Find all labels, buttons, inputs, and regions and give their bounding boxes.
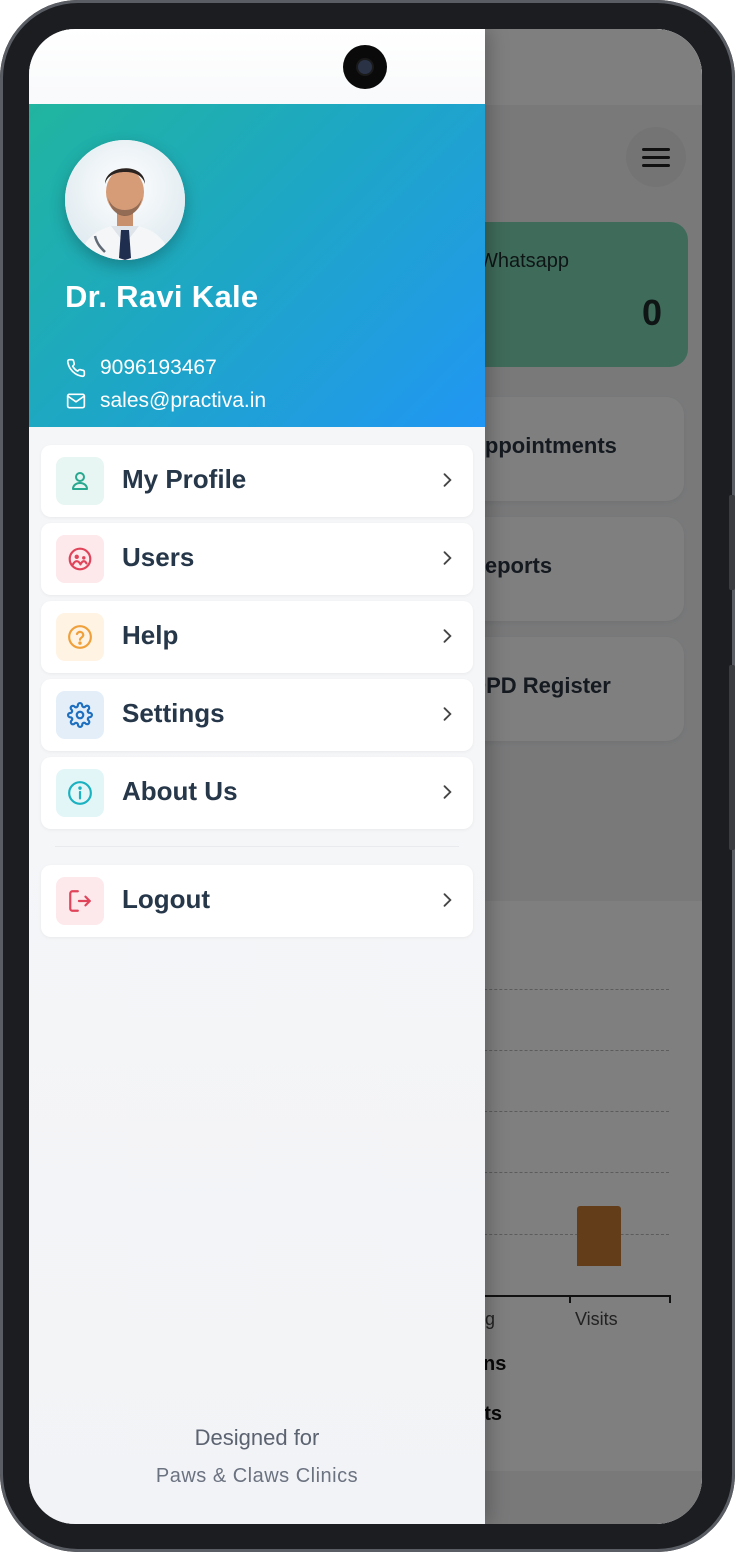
help-icon <box>56 613 104 661</box>
chevron-right-icon <box>443 707 452 721</box>
navigation-drawer: Dr. Ravi Kale 9096193467 sales@practiva.… <box>29 29 485 1524</box>
menu-item-my-profile[interactable]: My Profile <box>41 445 473 517</box>
profile-header: Dr. Ravi Kale 9096193467 sales@practiva.… <box>29 104 485 427</box>
menu-divider <box>55 846 459 847</box>
chevron-right-icon <box>443 893 452 907</box>
users-icon <box>56 535 104 583</box>
menu-item-users[interactable]: Users <box>41 523 473 595</box>
email-row[interactable]: sales@practiva.in <box>65 389 266 413</box>
power-button <box>729 665 735 850</box>
phone-number: 9096193467 <box>100 356 217 379</box>
menu-item-about-us[interactable]: About Us <box>41 757 473 829</box>
screen: Whatsapp 0 Appointments Reports OPD Regi… <box>29 29 702 1524</box>
menu-label: My Profile <box>122 464 247 494</box>
avatar[interactable] <box>65 140 185 260</box>
chevron-right-icon <box>443 785 452 799</box>
menu-label: Users <box>122 542 195 572</box>
doctor-avatar-icon <box>65 140 185 260</box>
menu-label: Help <box>122 620 179 650</box>
volume-button <box>729 495 735 590</box>
doctor-name: Dr. Ravi Kale <box>65 279 259 314</box>
menu-item-help[interactable]: Help <box>41 601 473 673</box>
user-icon <box>56 457 104 505</box>
mail-icon <box>65 390 87 412</box>
info-icon <box>56 769 104 817</box>
menu-item-settings[interactable]: Settings <box>41 679 473 751</box>
logout-icon <box>56 877 104 925</box>
phone-row[interactable]: 9096193467 <box>65 356 217 380</box>
menu-label: Settings <box>122 698 225 728</box>
footer-designed-for: Designed for <box>194 1425 320 1450</box>
menu-label: About Us <box>122 776 238 806</box>
menu-label: Logout <box>122 884 211 914</box>
chevron-right-icon <box>443 473 452 487</box>
chevron-right-icon <box>443 551 452 565</box>
email-address: sales@practiva.in <box>100 389 267 412</box>
menu-item-logout[interactable]: Logout <box>41 865 473 937</box>
chevron-right-icon <box>443 629 452 643</box>
footer-clinic-name: Paws & Claws Clinics <box>155 1465 359 1487</box>
phone-frame: Whatsapp 0 Appointments Reports OPD Regi… <box>0 0 735 1552</box>
front-camera <box>343 45 387 89</box>
phone-icon <box>65 357 87 379</box>
gear-icon <box>56 691 104 739</box>
